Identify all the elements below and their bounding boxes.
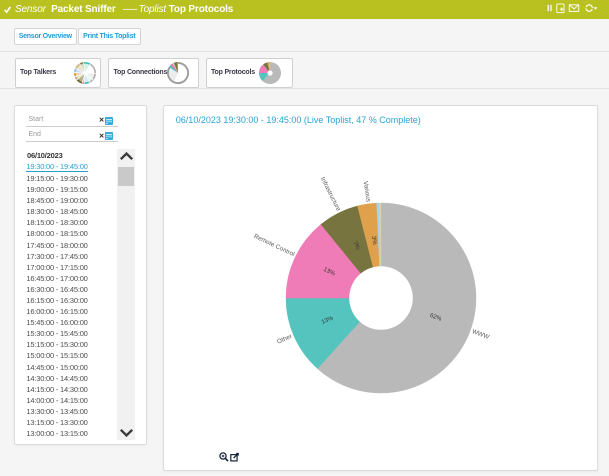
svg-text:Remote Control: Remote Control [253,232,296,257]
svg-text:WWW: WWW [471,328,490,341]
svg-text:Other: Other [276,332,293,345]
svg-text:Various: Various [362,180,372,202]
svg-text:Infrastructure: Infrastructure [319,176,342,213]
